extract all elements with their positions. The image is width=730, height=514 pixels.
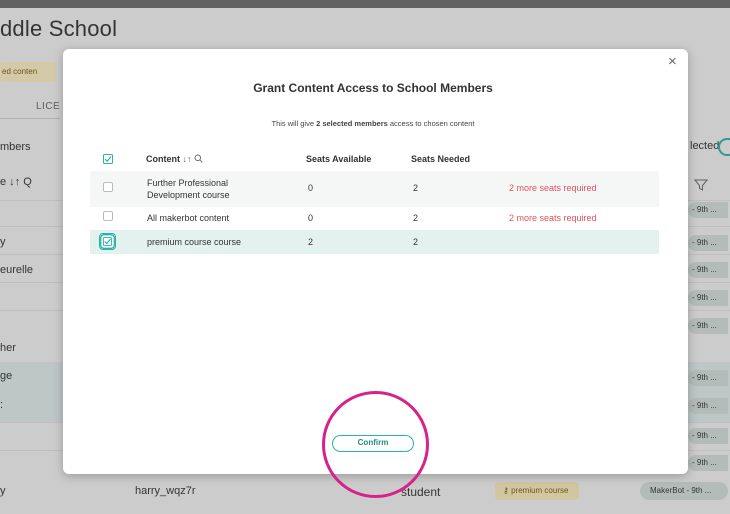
row-checkbox[interactable] — [103, 211, 113, 221]
seats-needed-header: Seats Needed — [411, 154, 471, 164]
content-column-header[interactable]: Content ↓↑ — [146, 154, 203, 164]
table-row[interactable]: All makerbot content 0 2 2 more seats re… — [90, 207, 659, 229]
seat-warning: 2 more seats required — [509, 213, 597, 223]
seats-available-header: Seats Available — [306, 154, 372, 164]
table-row[interactable]: premium course course 2 2 — [90, 230, 659, 254]
table-header: Content ↓↑ Seats Available Seats Needed — [90, 149, 659, 169]
seats-available: 2 — [308, 237, 314, 247]
modal-title: Grant Content Access to School Members — [253, 81, 493, 95]
subtitle-suffix: access to chosen content — [387, 119, 475, 128]
content-header-label: Content — [146, 154, 180, 164]
content-name-line: Further Professional — [147, 178, 229, 188]
subtitle-prefix: This will give — [271, 119, 317, 128]
seats-needed: 2 — [413, 183, 419, 193]
seat-warning: 2 more seats required — [509, 183, 597, 193]
sort-icon[interactable]: ↓↑ — [183, 154, 195, 164]
subtitle-member-count: 2 selected members — [316, 119, 388, 128]
select-all-checkbox[interactable] — [103, 154, 113, 164]
seats-needed: 2 — [413, 237, 419, 247]
confirm-button[interactable]: Confirm — [332, 435, 414, 452]
modal-subtitle: This will give 2 selected members access… — [63, 119, 683, 128]
seats-available: 0 — [308, 213, 314, 223]
close-icon[interactable]: × — [668, 54, 677, 69]
seats-available: 0 — [308, 183, 314, 193]
row-checkbox-checked[interactable] — [99, 233, 116, 250]
row-checkbox[interactable] — [103, 182, 113, 192]
search-icon[interactable] — [194, 154, 203, 163]
content-name: Further Professional Development course — [147, 177, 230, 201]
content-name: premium course course — [147, 237, 242, 247]
seats-needed: 2 — [413, 213, 419, 223]
grant-access-modal: × Grant Content Access to School Members… — [63, 49, 688, 474]
content-name-line: Development course — [147, 190, 230, 200]
content-name: All makerbot content — [147, 213, 230, 223]
table-row[interactable]: Further Professional Development course … — [90, 171, 659, 207]
